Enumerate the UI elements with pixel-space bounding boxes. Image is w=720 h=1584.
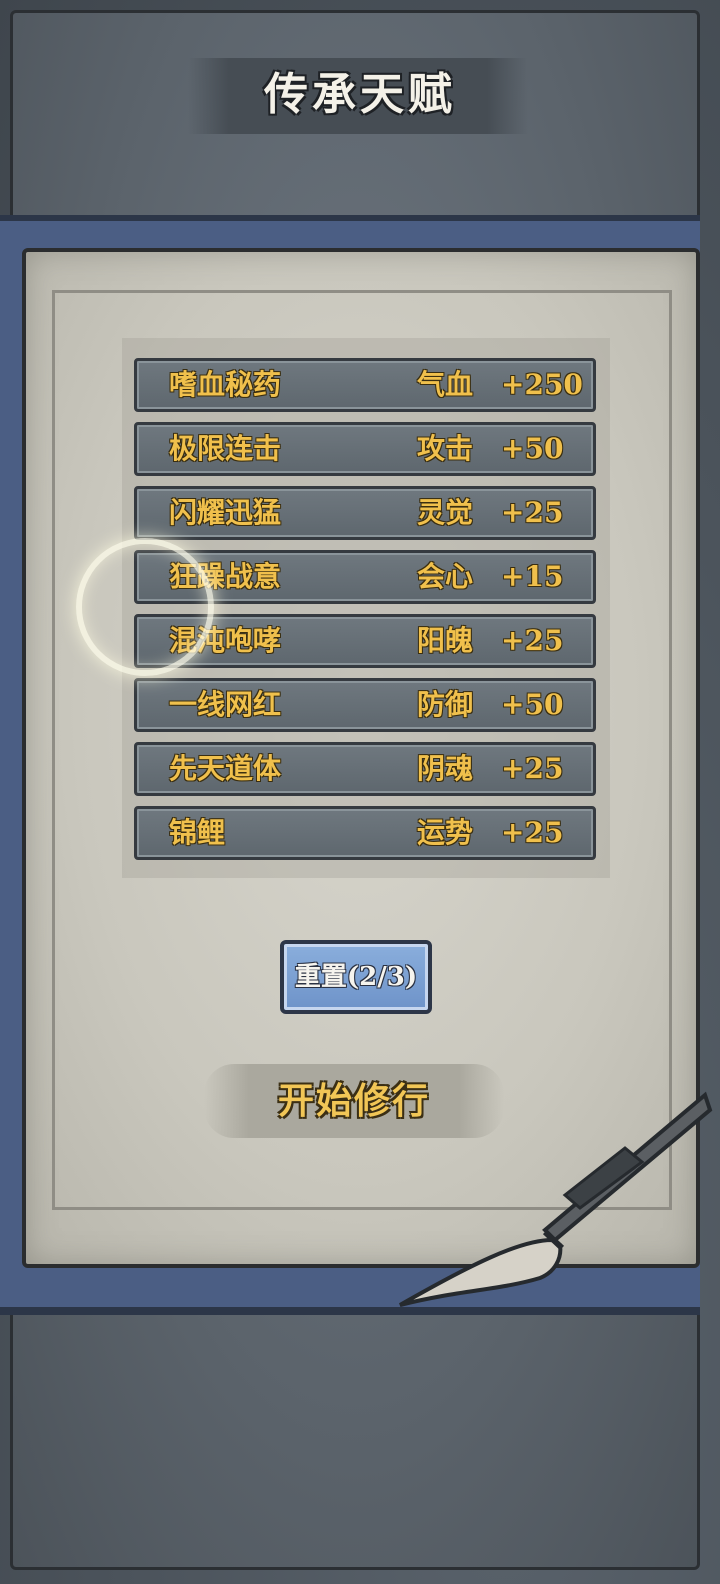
- talent-row[interactable]: 锦鲤 运势 +25: [134, 806, 596, 860]
- page-title: 传承天赋: [264, 69, 456, 120]
- talent-name: 闪耀迅猛: [169, 496, 282, 529]
- talent-value: +15: [501, 560, 564, 593]
- talent-name: 锦鲤: [169, 816, 226, 849]
- talent-stat: 会心: [417, 560, 474, 593]
- brush-icon: [399, 1091, 713, 1307]
- talent-value: +25: [501, 752, 564, 785]
- talent-name: 极限连击: [169, 432, 282, 465]
- talent-value: +25: [501, 496, 564, 529]
- talent-name: 嗜血秘药: [169, 368, 282, 401]
- talent-name: 先天道体: [169, 752, 282, 785]
- talent-row[interactable]: 嗜血秘药 气血 +250: [134, 358, 596, 412]
- talent-row[interactable]: 闪耀迅猛 灵觉 +25: [134, 486, 596, 540]
- reset-button[interactable]: 重置(2/3): [280, 940, 432, 1014]
- talent-value: +25: [501, 816, 564, 849]
- talent-stat: 阴魂: [417, 752, 474, 785]
- talent-stat: 运势: [417, 816, 474, 849]
- talent-stat: 攻击: [417, 432, 474, 465]
- talent-stat: 气血: [417, 368, 474, 401]
- talent-row[interactable]: 先天道体 阴魂 +25: [134, 742, 596, 796]
- talent-row[interactable]: 极限连击 攻击 +50: [134, 422, 596, 476]
- talent-stat: 灵觉: [417, 496, 474, 529]
- talent-value: +250: [501, 368, 583, 401]
- talent-stat: 阳魄: [417, 624, 474, 657]
- talent-row[interactable]: 一线网红 防御 +50: [134, 678, 596, 732]
- talent-value: +50: [501, 432, 564, 465]
- talent-value: +25: [501, 624, 564, 657]
- talent-value: +50: [501, 688, 564, 721]
- talent-name: 一线网红: [169, 688, 282, 721]
- glow-ring-icon: [76, 538, 214, 676]
- talent-stat: 防御: [417, 688, 474, 721]
